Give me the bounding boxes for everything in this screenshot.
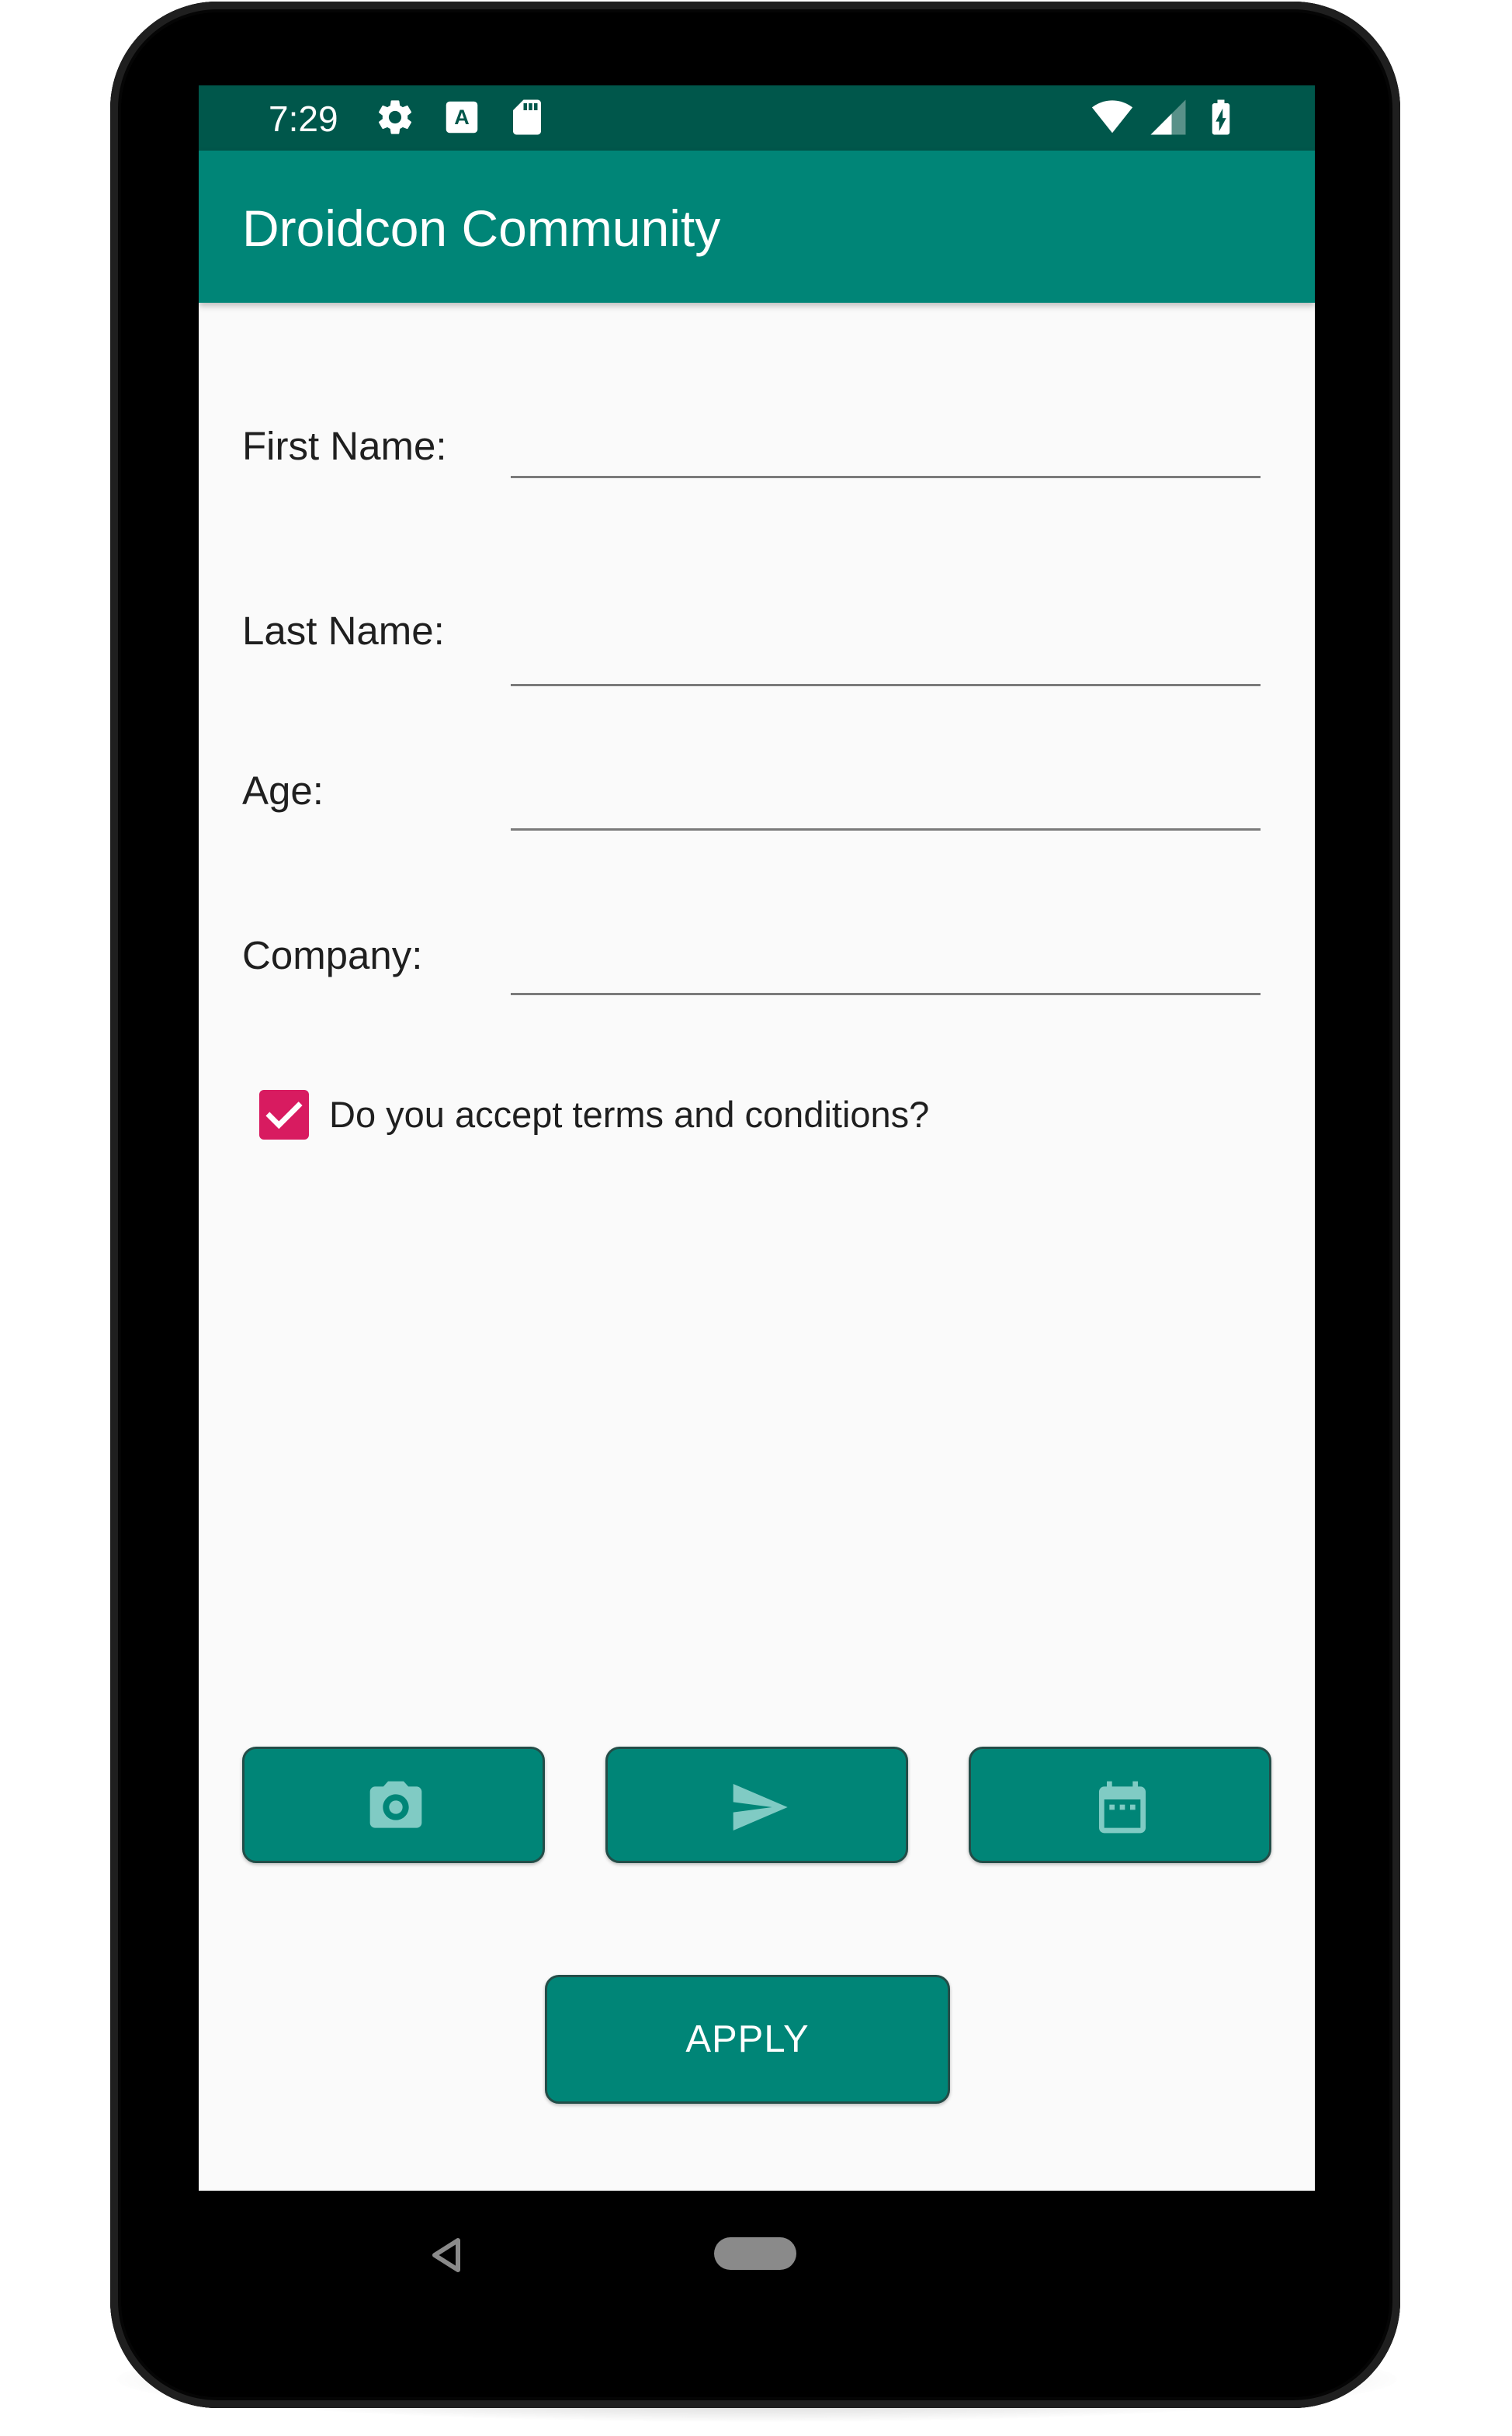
company-label: Company: [242,933,423,977]
app-screen: 7:29 A Droidcon Community First Name: La… [199,85,1315,2191]
checkmark-icon [265,1102,303,1130]
battery-charging-icon [1212,99,1230,135]
calendar-button[interactable] [969,1747,1271,1863]
wifi-icon [1091,100,1133,134]
last-name-input[interactable] [511,616,1261,686]
calendar-icon [1099,1781,1146,1834]
home-pill[interactable] [714,2237,796,2270]
age-label: Age: [242,769,324,813]
settings-icon [378,100,412,134]
cell-signal-icon [1150,99,1186,135]
terms-label[interactable]: Do you accept terms and conditions? [329,1091,929,1138]
svg-text:A: A [454,106,470,129]
app-title: Droidcon Community [242,200,721,257]
apply-button[interactable]: APPLY [545,1975,950,2104]
send-button[interactable] [605,1747,908,1863]
back-icon[interactable] [428,2236,463,2275]
company-input[interactable] [511,925,1261,995]
keyboard-a-icon: A [446,101,478,134]
first-name-input[interactable] [511,408,1261,478]
camera-icon [369,1781,422,1828]
last-name-label: Last Name: [242,609,445,653]
app-bar: Droidcon Community [199,151,1315,303]
first-name-label: First Name: [242,424,447,468]
status-time: 7:29 [269,99,338,139]
camera-button[interactable] [242,1747,545,1863]
age-input[interactable] [511,761,1261,831]
status-bar: 7:29 A [199,85,1315,151]
send-icon [733,1784,788,1830]
terms-checkbox[interactable] [259,1090,309,1140]
sd-card-icon [513,99,541,135]
